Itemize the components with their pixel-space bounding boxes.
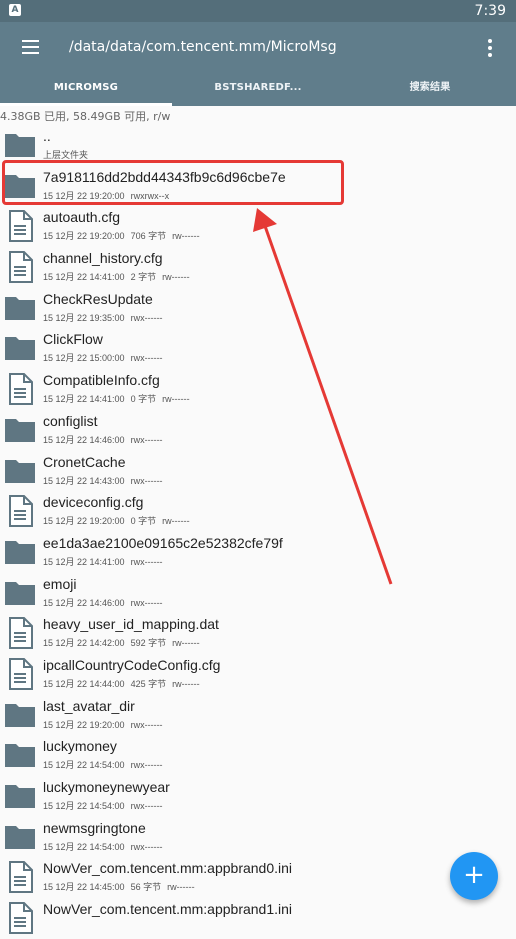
annotation-arrow xyxy=(253,208,393,585)
add-fab-button[interactable]: + xyxy=(450,852,498,900)
